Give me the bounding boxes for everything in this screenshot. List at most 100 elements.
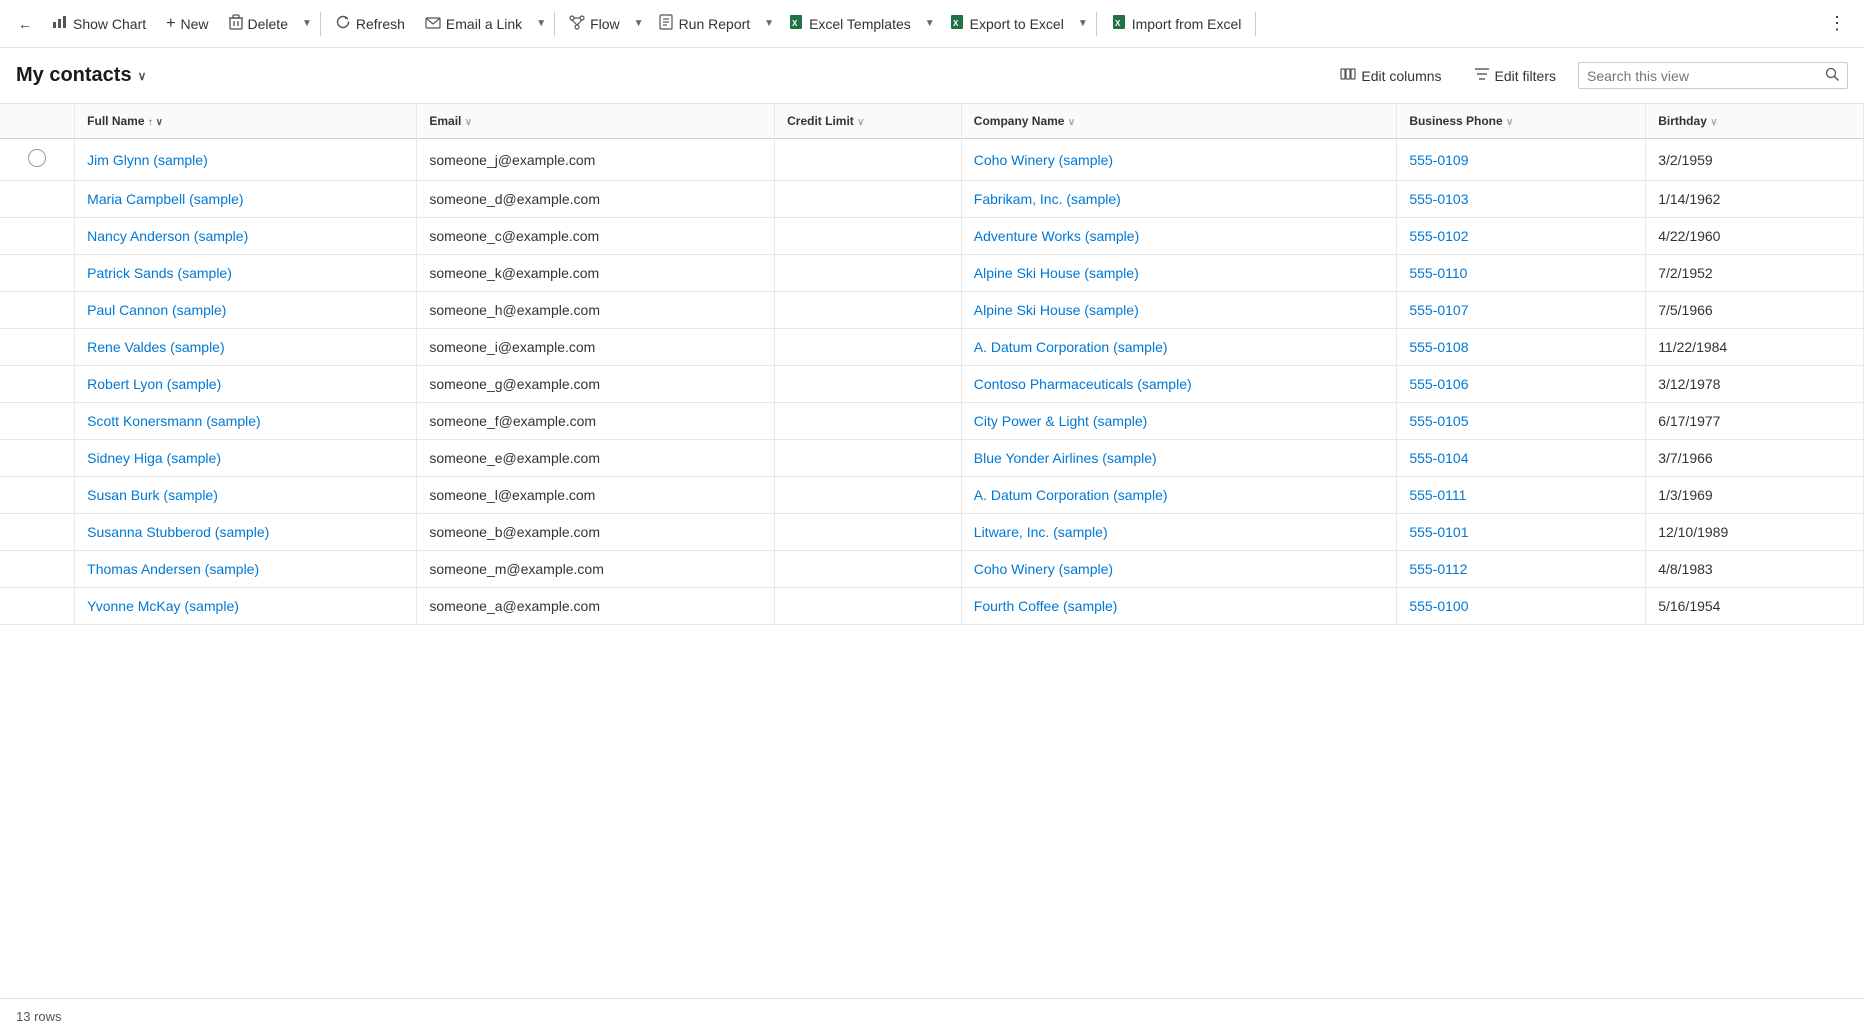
row-checkbox-cell [0, 329, 75, 366]
cell-full-name[interactable]: Susan Burk (sample) [75, 477, 417, 514]
table-body: Jim Glynn (sample)someone_j@example.comC… [0, 139, 1864, 625]
table-row: Scott Konersmann (sample)someone_f@examp… [0, 403, 1864, 440]
cell-full-name[interactable]: Patrick Sands (sample) [75, 255, 417, 292]
cell-company-name[interactable]: A. Datum Corporation (sample) [961, 477, 1397, 514]
cell-business-phone[interactable]: 555-0106 [1397, 366, 1646, 403]
cell-full-name[interactable]: Susanna Stubberod (sample) [75, 514, 417, 551]
export-to-excel-button[interactable]: X Export to Excel [939, 8, 1074, 39]
cell-full-name[interactable]: Nancy Anderson (sample) [75, 218, 417, 255]
cell-company-name[interactable]: A. Datum Corporation (sample) [961, 329, 1397, 366]
new-button[interactable]: + New [156, 9, 218, 39]
cell-full-name[interactable]: Scott Konersmann (sample) [75, 403, 417, 440]
cell-birthday: 7/5/1966 [1646, 292, 1864, 329]
cell-full-name[interactable]: Sidney Higa (sample) [75, 440, 417, 477]
cell-birthday: 3/12/1978 [1646, 366, 1864, 403]
search-icon [1825, 67, 1839, 84]
cell-full-name[interactable]: Jim Glynn (sample) [75, 139, 417, 181]
excel-templates-icon: X [788, 14, 804, 33]
excel-templates-button[interactable]: X Excel Templates [778, 8, 921, 39]
cell-business-phone[interactable]: 555-0111 [1397, 477, 1646, 514]
cell-business-phone[interactable]: 555-0107 [1397, 292, 1646, 329]
col-credit-limit[interactable]: Credit Limit ∨ [775, 104, 962, 139]
table-row: Thomas Andersen (sample)someone_m@exampl… [0, 551, 1864, 588]
run-report-button[interactable]: Run Report [648, 8, 761, 39]
table-row: Paul Cannon (sample)someone_h@example.co… [0, 292, 1864, 329]
edit-filters-button[interactable]: Edit filters [1464, 61, 1566, 90]
excel-templates-dropdown[interactable]: ▼ [921, 12, 939, 35]
row-checkbox-cell [0, 514, 75, 551]
cell-company-name[interactable]: Fabrikam, Inc. (sample) [961, 181, 1397, 218]
col-email[interactable]: Email ∨ [417, 104, 775, 139]
cell-business-phone[interactable]: 555-0100 [1397, 588, 1646, 625]
cell-full-name[interactable]: Paul Cannon (sample) [75, 292, 417, 329]
delete-button[interactable]: Delete [219, 8, 298, 39]
page-title[interactable]: My contacts ∨ [16, 64, 146, 87]
cell-company-name[interactable]: Alpine Ski House (sample) [961, 255, 1397, 292]
cell-company-name[interactable]: Coho Winery (sample) [961, 551, 1397, 588]
cell-business-phone[interactable]: 555-0105 [1397, 403, 1646, 440]
back-button[interactable]: ← [8, 10, 42, 38]
cell-business-phone[interactable]: 555-0101 [1397, 514, 1646, 551]
chart-icon [52, 14, 68, 33]
cell-full-name[interactable]: Thomas Andersen (sample) [75, 551, 417, 588]
footer: 13 rows [0, 998, 1864, 1034]
cell-business-phone[interactable]: 555-0112 [1397, 551, 1646, 588]
email-link-button[interactable]: Email a Link [415, 10, 532, 38]
cell-company-name[interactable]: Alpine Ski House (sample) [961, 292, 1397, 329]
edit-filters-label: Edit filters [1495, 68, 1556, 84]
cell-full-name[interactable]: Robert Lyon (sample) [75, 366, 417, 403]
run-report-dropdown[interactable]: ▼ [760, 12, 778, 35]
row-checkbox-cell [0, 292, 75, 329]
cell-full-name[interactable]: Rene Valdes (sample) [75, 329, 417, 366]
more-options-button[interactable]: ⋮ [1818, 7, 1856, 40]
cell-business-phone[interactable]: 555-0109 [1397, 139, 1646, 181]
delete-dropdown[interactable]: ▼ [298, 12, 316, 35]
cell-company-name[interactable]: Contoso Pharmaceuticals (sample) [961, 366, 1397, 403]
col-full-name[interactable]: Full Name ↑ ∨ [75, 104, 417, 139]
business-phone-filter-icon: ∨ [1506, 117, 1513, 128]
cell-company-name[interactable]: Litware, Inc. (sample) [961, 514, 1397, 551]
delete-dropdown-icon: ▼ [302, 18, 312, 29]
search-box[interactable] [1578, 62, 1848, 89]
table-row: Yvonne McKay (sample)someone_a@example.c… [0, 588, 1864, 625]
export-dropdown[interactable]: ▼ [1074, 12, 1092, 35]
delete-label: Delete [248, 16, 288, 32]
cell-business-phone[interactable]: 555-0103 [1397, 181, 1646, 218]
page-title-dropdown-icon: ∨ [138, 69, 147, 83]
cell-business-phone[interactable]: 555-0108 [1397, 329, 1646, 366]
cell-credit-limit [775, 403, 962, 440]
import-excel-icon: X [1111, 14, 1127, 33]
page-header: My contacts ∨ Edit columns Edit f [0, 48, 1864, 103]
cell-full-name[interactable]: Maria Campbell (sample) [75, 181, 417, 218]
cell-company-name[interactable]: Blue Yonder Airlines (sample) [961, 440, 1397, 477]
cell-business-phone[interactable]: 555-0102 [1397, 218, 1646, 255]
search-input[interactable] [1587, 68, 1819, 84]
flow-dropdown[interactable]: ▼ [630, 12, 648, 35]
run-report-label: Run Report [679, 16, 751, 32]
row-checkbox[interactable] [28, 149, 46, 167]
row-checkbox-cell [0, 403, 75, 440]
col-birthday[interactable]: Birthday ∨ [1646, 104, 1864, 139]
import-from-excel-button[interactable]: X Import from Excel [1101, 8, 1252, 39]
show-chart-button[interactable]: Show Chart [42, 8, 156, 39]
cell-business-phone[interactable]: 555-0110 [1397, 255, 1646, 292]
edit-columns-button[interactable]: Edit columns [1330, 60, 1451, 91]
refresh-button[interactable]: Refresh [325, 8, 415, 39]
cell-company-name[interactable]: Fourth Coffee (sample) [961, 588, 1397, 625]
cell-birthday: 4/8/1983 [1646, 551, 1864, 588]
cell-company-name[interactable]: City Power & Light (sample) [961, 403, 1397, 440]
flow-button[interactable]: Flow [559, 8, 630, 39]
cell-business-phone[interactable]: 555-0104 [1397, 440, 1646, 477]
email-filter-icon: ∨ [465, 117, 472, 128]
new-label: New [181, 16, 209, 32]
email-link-label: Email a Link [446, 16, 522, 32]
cell-full-name[interactable]: Yvonne McKay (sample) [75, 588, 417, 625]
table-row: Susan Burk (sample)someone_l@example.com… [0, 477, 1864, 514]
cell-company-name[interactable]: Coho Winery (sample) [961, 139, 1397, 181]
cell-company-name[interactable]: Adventure Works (sample) [961, 218, 1397, 255]
cell-birthday: 3/7/1966 [1646, 440, 1864, 477]
email-link-dropdown[interactable]: ▼ [532, 12, 550, 35]
col-checkbox [0, 104, 75, 139]
col-company-name[interactable]: Company Name ∨ [961, 104, 1397, 139]
col-business-phone[interactable]: Business Phone ∨ [1397, 104, 1646, 139]
